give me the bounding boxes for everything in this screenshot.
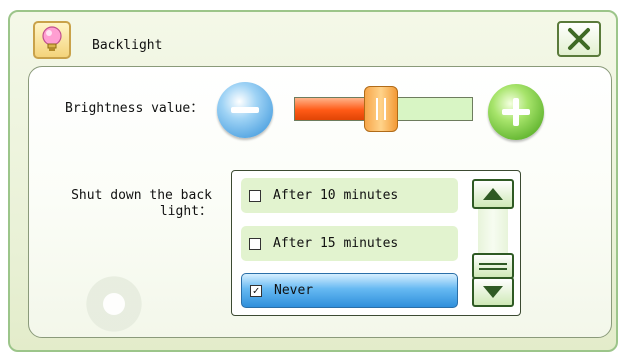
arrow-down-icon: [483, 286, 503, 298]
grip-line: [479, 267, 507, 270]
slider-grip-icon: [376, 98, 386, 120]
option-label: After 10 minutes: [273, 188, 399, 203]
brightness-decrease-button[interactable]: [217, 82, 273, 138]
shutdown-options-list: After 10 minutes After 15 minutes ✓ Neve…: [231, 170, 521, 316]
option-never[interactable]: ✓ Never: [241, 273, 458, 308]
option-after-10-minutes[interactable]: After 10 minutes: [241, 178, 458, 213]
scroll-up-button[interactable]: [472, 179, 514, 209]
dialog-title: Backlight: [92, 38, 163, 53]
close-x-icon: [568, 28, 590, 50]
option-after-15-minutes[interactable]: After 15 minutes: [241, 226, 458, 261]
brightness-slider-thumb[interactable]: [364, 86, 398, 132]
scroll-down-button[interactable]: [472, 277, 514, 307]
brightness-label: Brightness value：: [65, 101, 204, 116]
lightbulb-icon: [33, 21, 71, 59]
option-label: After 15 minutes: [273, 236, 399, 251]
plus-icon: [502, 98, 530, 126]
minus-icon: [231, 107, 259, 113]
shutdown-label: Shut down the back light：: [71, 188, 212, 219]
checkbox-never[interactable]: ✓: [250, 284, 262, 297]
option-label: Never: [274, 283, 314, 298]
close-button[interactable]: [557, 21, 601, 57]
scrollbar-thumb[interactable]: [472, 253, 514, 279]
checkbox-after-15-minutes[interactable]: [249, 237, 261, 250]
gear-watermark-icon: [72, 262, 156, 346]
lightbulb-icon-svg: [42, 26, 62, 51]
brightness-slider[interactable]: [294, 86, 473, 132]
checkbox-after-10-minutes[interactable]: [249, 189, 261, 202]
arrow-up-icon: [483, 188, 503, 200]
grip-icon: [479, 262, 507, 265]
brightness-increase-button[interactable]: [488, 84, 544, 140]
